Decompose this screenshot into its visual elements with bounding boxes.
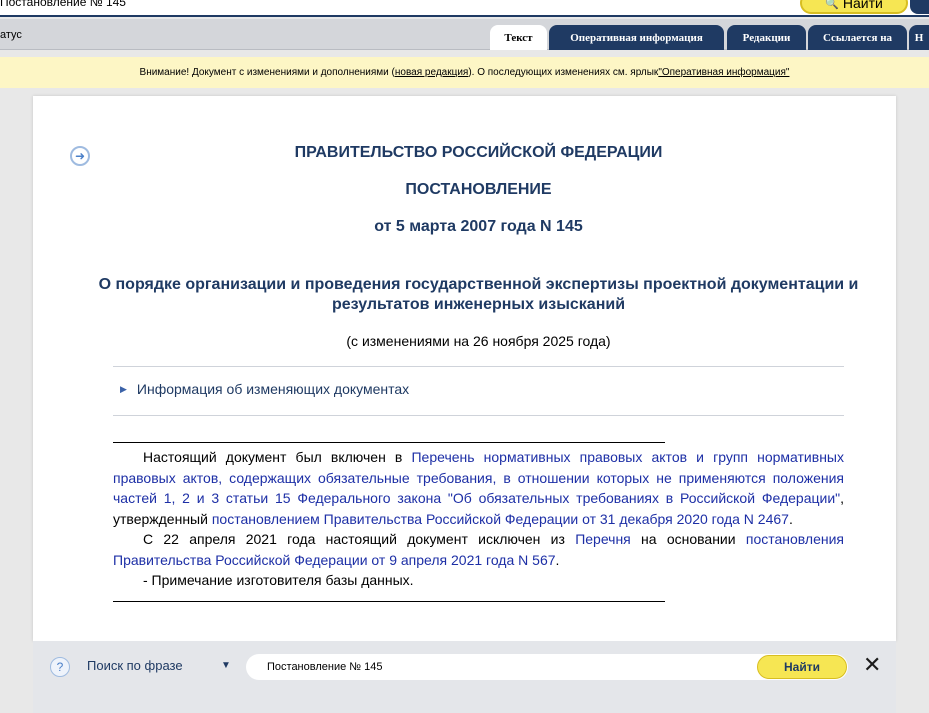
close-icon[interactable]: ✕	[863, 653, 881, 677]
note-bottom-rule	[113, 601, 665, 602]
note-text: .	[555, 551, 560, 568]
tab-operative-info[interactable]: Оперативная информация	[549, 25, 724, 50]
document-title: О порядке организации и проведения госуд…	[98, 276, 859, 313]
document-page: ➜ ПРАВИТЕЛЬСТВО РОССИЙСКОЙ ФЕДЕРАЦИИ ПОС…	[33, 96, 896, 641]
decree-date: от 5 марта 2007 года N 145	[374, 218, 583, 235]
tab-more[interactable]: Н	[909, 25, 929, 50]
info-expander[interactable]: ▶ Информация об изменяющих документах	[120, 381, 409, 397]
note-text: на основании	[630, 531, 746, 547]
note-text: С 22 апреля 2021 года настоящий документ…	[143, 531, 576, 547]
top-find-button[interactable]: 🔍 Найти	[800, 0, 908, 14]
search-mode-select[interactable]: Поиск по фразе	[87, 658, 183, 673]
tabs-row: атус Текст Оперативная информация Редакц…	[0, 19, 929, 50]
document-window-title: Постановление № 145	[0, 0, 126, 9]
note-text: .	[788, 510, 793, 527]
top-find-label: Найти	[842, 0, 883, 11]
note-top-rule	[113, 442, 665, 443]
tab-editions[interactable]: Редакции	[727, 25, 806, 50]
changes-note: (с изменениями на 26 ноября 2025 года)	[346, 333, 611, 349]
warning-bar: Внимание! Документ с изменениями и допол…	[0, 57, 929, 88]
database-note: Настоящий документ был включен в Перечен…	[113, 447, 844, 591]
divider	[113, 366, 844, 367]
note-text: Настоящий документ был включен в	[143, 449, 412, 465]
note-paragraph: Настоящий документ был включен в Перечен…	[113, 447, 844, 529]
chevron-down-icon[interactable]: ▼	[221, 660, 231, 671]
note-paragraph: С 22 апреля 2021 года настоящий документ…	[113, 529, 844, 570]
government-heading: ПРАВИТЕЛЬСТВО РОССИЙСКОЙ ФЕДЕРАЦИИ	[294, 144, 663, 161]
decree-heading: ПОСТАНОВЛЕНИЕ	[405, 181, 552, 198]
search-bar: ? Поиск по фразе ▼ Найти ✕	[33, 641, 896, 713]
search-icon: 🔍	[825, 0, 839, 10]
status-label: атус	[0, 29, 22, 41]
top-header: Постановление № 145 🔍 Найти	[0, 0, 929, 17]
decree-2467-link[interactable]: постановлением Правительства Российской …	[212, 511, 789, 527]
triangle-right-icon: ▶	[120, 383, 127, 394]
header-corner	[910, 0, 929, 14]
divider	[113, 415, 844, 416]
search-button[interactable]: Найти	[757, 655, 847, 679]
info-expander-label: Информация об изменяющих документах	[136, 381, 410, 397]
list-short-link[interactable]: Перечня	[575, 531, 631, 547]
help-icon[interactable]: ?	[50, 657, 70, 677]
note-paragraph: - Примечание изготовителя базы данных.	[143, 572, 414, 588]
warning-prefix: Внимание! Документ с изменениями и допол…	[139, 67, 395, 78]
tab-text[interactable]: Текст	[490, 25, 547, 50]
warning-middle: ). О последующих изменениях см. ярлык	[468, 67, 659, 78]
operative-info-link[interactable]: "Оперативная информация"	[658, 67, 789, 78]
tab-refers-to[interactable]: Ссылается на	[808, 25, 907, 50]
new-edition-link[interactable]: новая редакция	[395, 67, 468, 78]
